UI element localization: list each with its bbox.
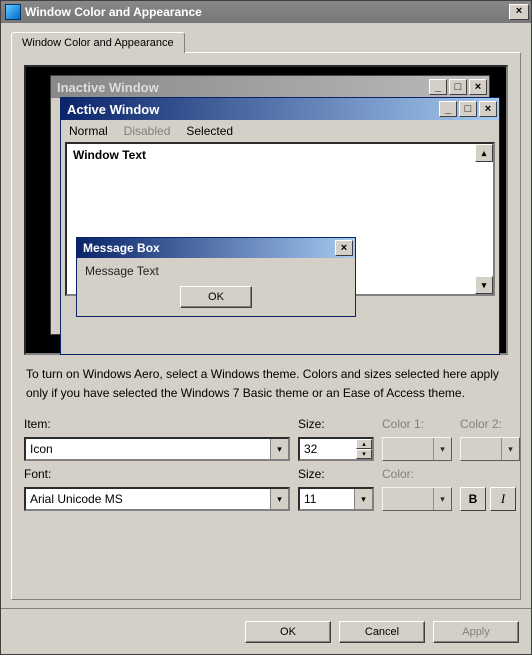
menu-normal: Normal bbox=[69, 124, 108, 138]
system-icon bbox=[5, 4, 21, 20]
font-combobox[interactable]: Arial Unicode MS ▾ bbox=[24, 487, 290, 511]
msgbox-ok-button: OK bbox=[180, 286, 252, 308]
color2-dropdown: ▾ bbox=[460, 437, 520, 461]
controls-grid: Item: Size: Color 1: Color 2: Icon ▾ 32 … bbox=[24, 417, 508, 511]
msgbox-titlebar: Message Box × bbox=[77, 238, 355, 258]
item-size-field[interactable]: 32 ▴ ▾ bbox=[298, 437, 374, 461]
menu-selected: Selected bbox=[186, 124, 233, 138]
tab-window-color[interactable]: Window Color and Appearance bbox=[11, 32, 185, 53]
font-style-buttons: B I bbox=[460, 487, 520, 511]
color1-swatch bbox=[383, 438, 433, 460]
close-icon: × bbox=[335, 240, 353, 256]
font-label: Font: bbox=[24, 467, 290, 481]
chevron-down-icon[interactable]: ▾ bbox=[270, 489, 288, 509]
font-color-swatch bbox=[383, 488, 433, 510]
ok-button[interactable]: OK bbox=[245, 621, 331, 643]
italic-button[interactable]: I bbox=[490, 487, 516, 511]
font-color-label: Color: bbox=[382, 467, 452, 481]
description-text: To turn on Windows Aero, select a Window… bbox=[26, 365, 506, 403]
color1-dropdown: ▾ bbox=[382, 437, 452, 461]
scroll-up-icon: ▴ bbox=[475, 144, 493, 162]
maximize-icon: □ bbox=[459, 101, 477, 117]
close-icon: × bbox=[469, 79, 487, 95]
chevron-down-icon: ▾ bbox=[501, 438, 519, 460]
active-window-buttons: _ □ × bbox=[439, 101, 497, 117]
maximize-icon: □ bbox=[449, 79, 467, 95]
font-color-dropdown: ▾ bbox=[382, 487, 452, 511]
font-value: Arial Unicode MS bbox=[30, 492, 270, 506]
inactive-title-text: Inactive Window bbox=[57, 80, 429, 95]
dialog-window: Window Color and Appearance × Window Col… bbox=[0, 0, 532, 655]
item-size-value: 32 bbox=[304, 442, 356, 456]
msgbox-button-row: OK bbox=[77, 286, 355, 316]
color2-label: Color 2: bbox=[460, 417, 520, 431]
spin-down-icon[interactable]: ▾ bbox=[356, 449, 372, 459]
spin-up-icon[interactable]: ▴ bbox=[356, 439, 372, 449]
active-titlebar: Active Window _ □ × bbox=[61, 98, 499, 120]
font-size-label: Size: bbox=[298, 467, 374, 481]
item-size-spinner[interactable]: ▴ ▾ bbox=[356, 439, 372, 459]
apply-button[interactable]: Apply bbox=[433, 621, 519, 643]
dialog-titlebar: Window Color and Appearance × bbox=[1, 1, 531, 23]
chevron-down-icon: ▾ bbox=[433, 438, 451, 460]
chevron-down-icon: ▾ bbox=[433, 488, 451, 510]
chevron-down-icon[interactable]: ▾ bbox=[270, 439, 288, 459]
dialog-title: Window Color and Appearance bbox=[25, 5, 509, 19]
dialog-footer: OK Cancel Apply bbox=[1, 608, 531, 654]
inactive-titlebar: Inactive Window _ □ × bbox=[51, 76, 489, 98]
item-value: Icon bbox=[30, 442, 270, 456]
close-icon: × bbox=[479, 101, 497, 117]
preview-area: Inactive Window _ □ × Active Window _ bbox=[24, 65, 508, 355]
msgbox-text: Message Text bbox=[77, 258, 355, 286]
tab-panel: Inactive Window _ □ × Active Window _ bbox=[11, 52, 521, 600]
chevron-down-icon[interactable]: ▾ bbox=[354, 489, 372, 509]
font-size-value: 11 bbox=[304, 492, 354, 506]
menu-disabled: Disabled bbox=[124, 124, 171, 138]
preview-menubar: Normal Disabled Selected bbox=[61, 120, 499, 142]
color1-label: Color 1: bbox=[382, 417, 452, 431]
tab-strip: Window Color and Appearance bbox=[11, 31, 521, 52]
minimize-icon: _ bbox=[439, 101, 457, 117]
cancel-button[interactable]: Cancel bbox=[339, 621, 425, 643]
item-label: Item: bbox=[24, 417, 290, 431]
inactive-window-buttons: _ □ × bbox=[429, 79, 487, 95]
minimize-icon: _ bbox=[429, 79, 447, 95]
dialog-body: Window Color and Appearance Inactive Win… bbox=[1, 23, 531, 608]
size-label: Size: bbox=[298, 417, 374, 431]
item-combobox[interactable]: Icon ▾ bbox=[24, 437, 290, 461]
close-button[interactable]: × bbox=[509, 4, 529, 20]
bold-button[interactable]: B bbox=[460, 487, 486, 511]
msgbox-title-text: Message Box bbox=[83, 241, 335, 255]
color2-swatch bbox=[461, 438, 501, 460]
scroll-down-icon: ▾ bbox=[475, 276, 493, 294]
font-size-combobox[interactable]: 11 ▾ bbox=[298, 487, 374, 511]
window-text-label: Window Text bbox=[73, 148, 146, 162]
active-title-text: Active Window bbox=[67, 102, 439, 117]
preview-message-box: Message Box × Message Text OK bbox=[76, 237, 356, 317]
